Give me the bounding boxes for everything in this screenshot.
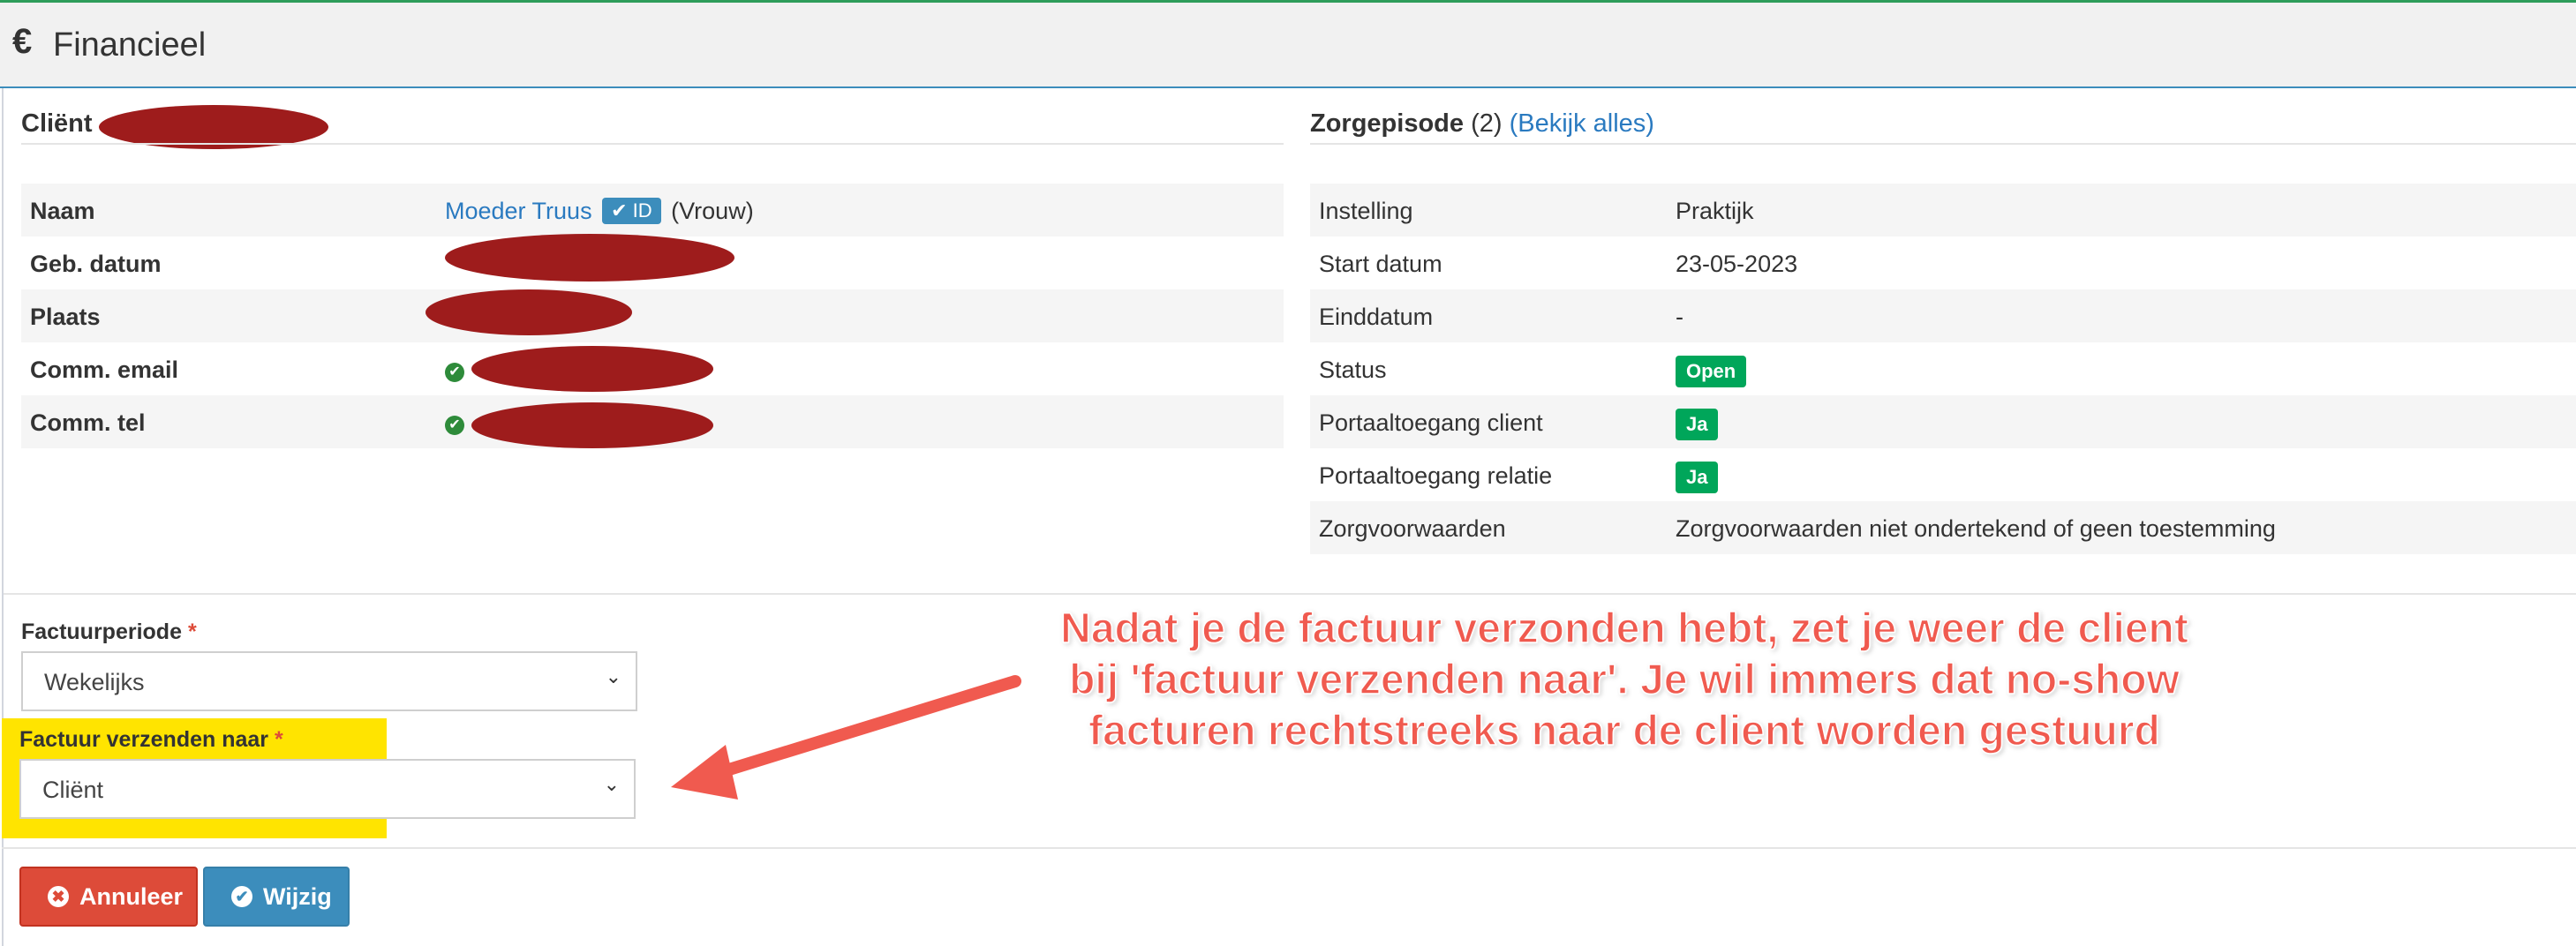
client-name-link[interactable]: Moeder Truus <box>445 198 592 224</box>
id-badge-text: ID <box>632 199 652 221</box>
portal-client-badge: Ja <box>1676 409 1719 440</box>
annotation-text: Nadat je de factuur verzonden hebt, zet … <box>1015 604 2233 757</box>
row-label: Einddatum <box>1319 304 1434 330</box>
row-value: Zorgvoorwaarden niet ondertekend of geen… <box>1676 515 2276 542</box>
episode-row-portal-client: Portaaltoegang client Ja <box>1310 395 2576 448</box>
row-label: Portaaltoegang client <box>1319 409 1543 436</box>
period-select[interactable]: Wekelijks ⌄ <box>21 651 637 711</box>
row-label: Status <box>1319 357 1387 383</box>
episode-title: Zorgepisode (2) (Bekijk alles) <box>1310 109 1654 139</box>
gender-text: (Vrouw) <box>671 198 754 224</box>
episode-row-terms: Zorgvoorwaarden Zorgvoorwaarden niet ond… <box>1310 501 2576 554</box>
row-value: ✔ <box>445 357 464 384</box>
row-label: Portaaltoegang relatie <box>1319 462 1553 489</box>
client-title: Cliënt <box>21 109 93 139</box>
row-value: 23-05-2023 <box>1676 251 1798 277</box>
episode-title-text: Zorgepisode <box>1310 109 1465 138</box>
form-divider <box>4 593 2576 595</box>
period-label-text: Factuurperiode <box>21 619 182 644</box>
row-label: Plaats <box>30 304 101 330</box>
redacted-email <box>471 346 713 392</box>
client-divider <box>21 143 1284 145</box>
chevron-down-icon: ⌄ <box>603 773 620 795</box>
episode-row-institution: Instelling Praktijk <box>1310 184 2576 236</box>
row-value: Praktijk <box>1676 198 1754 224</box>
check-circle-icon: ✔ <box>231 886 252 907</box>
send-to-select[interactable]: Cliënt ⌄ <box>19 759 636 819</box>
cancel-button[interactable]: ✖ Annuleer <box>19 867 198 927</box>
save-button-label: Wijzig <box>263 882 332 910</box>
episode-row-start: Start datum 23-05-2023 <box>1310 236 2576 289</box>
row-value: Moeder Truus ✔ ID (Vrouw) <box>445 198 754 225</box>
redacted-place <box>426 289 632 335</box>
episode-divider <box>1310 143 2576 145</box>
check-circle-icon: ✔ <box>611 199 628 221</box>
check-icon: ✔ <box>445 363 464 382</box>
episode-row-end: Einddatum - <box>1310 289 2576 342</box>
redacted-phone <box>471 402 713 448</box>
annotation-arrow <box>671 675 1021 800</box>
times-circle-icon: ✖ <box>48 886 69 907</box>
send-to-label-text: Factuur verzenden naar <box>19 727 269 752</box>
id-verified-badge[interactable]: ✔ ID <box>602 198 661 224</box>
episode-row-status: Status Open <box>1310 342 2576 395</box>
row-label: Geb. datum <box>30 251 162 277</box>
row-value: - <box>1676 304 1683 330</box>
buttons-divider <box>2 847 2576 849</box>
page-title: Financieel <box>53 26 207 64</box>
row-label: Comm. tel <box>30 409 146 436</box>
row-label: Instelling <box>1319 198 1413 224</box>
required-mark: * <box>274 727 283 752</box>
required-mark: * <box>187 619 197 644</box>
row-value: Ja <box>1676 462 1719 493</box>
portal-relation-badge: Ja <box>1676 462 1719 493</box>
row-value: Ja <box>1676 409 1719 440</box>
save-button[interactable]: ✔ Wijzig <box>203 867 350 927</box>
chevron-down-icon: ⌄ <box>605 665 621 687</box>
page-header: € Financieel <box>0 3 2576 88</box>
send-to-select-value: Cliënt <box>42 777 104 803</box>
episode-count: (2) <box>1471 109 1503 138</box>
episode-row-portal-relation: Portaaltoegang relatie Ja <box>1310 448 2576 501</box>
cancel-button-label: Annuleer <box>79 882 184 910</box>
annotation-line: bij 'factuur verzenden naar'. Je wil imm… <box>1068 656 2180 704</box>
row-value: Open <box>1676 356 1747 387</box>
euro-icon: € <box>12 22 33 61</box>
check-icon: ✔ <box>445 416 464 435</box>
redacted-birthdate <box>445 234 734 282</box>
row-label: Comm. email <box>30 357 179 383</box>
send-to-label: Factuur verzenden naar * <box>19 727 283 753</box>
period-select-value: Wekelijks <box>44 669 145 695</box>
period-label: Factuurperiode * <box>21 619 197 645</box>
row-label: Start datum <box>1319 251 1442 277</box>
view-all-link[interactable]: (Bekijk alles) <box>1510 109 1654 138</box>
annotation-line: Nadat je de factuur verzonden hebt, zet … <box>1059 604 2188 653</box>
client-title-text: Cliënt <box>21 109 93 138</box>
status-badge: Open <box>1676 356 1747 387</box>
client-row-place: Plaats <box>21 289 1284 342</box>
row-value: ✔ <box>445 409 464 437</box>
client-row-name: Naam Moeder Truus ✔ ID (Vrouw) <box>21 184 1284 236</box>
row-label: Naam <box>30 198 95 224</box>
annotation-line: facturen rechtstreeks naar de client wor… <box>1088 707 2160 755</box>
row-label: Zorgvoorwaarden <box>1319 515 1506 542</box>
